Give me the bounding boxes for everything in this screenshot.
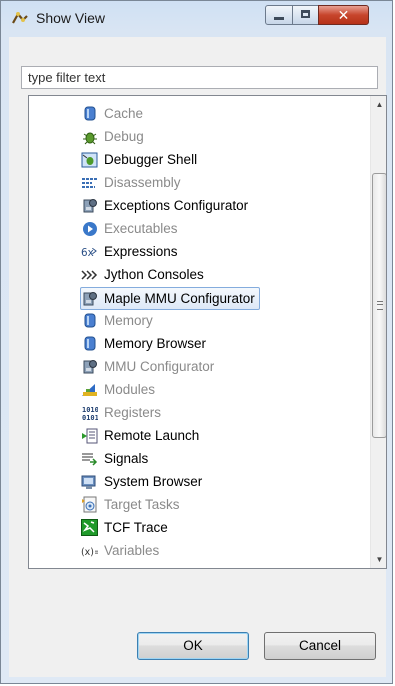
title-bar[interactable]: Show View ✕ (1, 1, 392, 37)
view-item-label: Maple MMU Configurator (104, 291, 255, 306)
view-item-label: Remote Launch (104, 428, 200, 443)
maximize-button[interactable] (292, 5, 319, 25)
view-item-executables[interactable]: Executables (81, 218, 178, 239)
filter-input[interactable]: type filter text (21, 66, 378, 89)
variables-icon: (x)= (81, 542, 98, 559)
view-item-label: TCF Trace (104, 520, 168, 535)
view-item-mmu-configurator[interactable]: MMU Configurator (81, 356, 214, 377)
debugger-shell-icon (81, 151, 98, 168)
view-item-label: Exceptions Configurator (104, 198, 249, 213)
view-item-registers[interactable]: 1010 0101 Registers (81, 402, 162, 423)
view-item-label: Debug (104, 129, 144, 144)
view-item-expressions[interactable]: 6x Expressions (81, 241, 178, 262)
view-item-label: Registers (104, 405, 162, 420)
view-item-remote-launch[interactable]: Remote Launch (81, 425, 199, 446)
view-item-debug[interactable]: Debug (81, 126, 144, 147)
ok-button[interactable]: OK (137, 632, 249, 660)
minimize-icon (274, 17, 284, 20)
signals-icon (81, 450, 98, 467)
play-circle-icon (81, 220, 98, 237)
memory-cylinder-icon (81, 105, 98, 122)
svg-text:1010: 1010 (82, 406, 98, 414)
view-item-label: Memory (104, 313, 153, 328)
target-tasks-icon (81, 496, 98, 513)
svg-text:0101: 0101 (82, 414, 98, 421)
disassembly-icon (81, 174, 98, 191)
view-item-tcf-trace[interactable]: TCF Trace (81, 517, 168, 538)
jython-chevrons-icon (81, 266, 98, 283)
view-item-signals[interactable]: Signals (81, 448, 148, 469)
view-item-label: System Browser (104, 474, 203, 489)
view-tree[interactable]: Cache Debug Debugger Shell Disassembly Excep… (28, 95, 387, 569)
modules-icon (81, 381, 98, 398)
view-item-variables[interactable]: (x)= Variables (81, 540, 159, 561)
configurator-icon (81, 197, 98, 214)
svg-text:(x)=: (x)= (81, 546, 98, 556)
window-title: Show View (36, 10, 106, 26)
bug-icon (81, 128, 98, 145)
view-item-system-browser[interactable]: System Browser (81, 471, 202, 492)
close-icon: ✕ (337, 7, 350, 23)
view-item-label: Variables (104, 543, 160, 558)
configurator-icon (81, 290, 98, 307)
view-item-disassembly[interactable]: Disassembly (81, 172, 181, 193)
view-item-target-tasks[interactable]: Target Tasks (81, 494, 180, 515)
view-item-memory[interactable]: Memory (81, 310, 153, 331)
expressions-icon: 6x (81, 243, 98, 260)
view-item-label: Jython Consoles (104, 267, 204, 282)
view-item-debugger-shell[interactable]: Debugger Shell (81, 149, 197, 170)
registers-binary-icon: 1010 0101 (81, 404, 98, 421)
svg-text:6x: 6x (81, 246, 94, 258)
memory-cylinder-icon (81, 312, 98, 329)
view-item-memory-browser[interactable]: Memory Browser (81, 333, 206, 354)
grip-icon (377, 301, 383, 310)
scroll-down-arrow-icon[interactable]: ▼ (371, 551, 386, 568)
vertical-scrollbar[interactable]: ▲ ▼ (370, 96, 386, 568)
view-item-modules[interactable]: Modules (81, 379, 155, 400)
view-item-label: Signals (104, 451, 149, 466)
minimize-button[interactable] (265, 5, 293, 25)
view-item-label: Target Tasks (104, 497, 180, 512)
scrollbar-thumb[interactable] (372, 173, 386, 438)
view-item-label: Expressions (104, 244, 178, 259)
close-button[interactable]: ✕ (318, 5, 369, 25)
view-item-label: Modules (104, 382, 156, 397)
cancel-button[interactable]: Cancel (264, 632, 376, 660)
view-item-label: Executables (104, 221, 178, 236)
view-item-cache[interactable]: Cache (81, 103, 143, 124)
view-item-label: Disassembly (104, 175, 181, 190)
maximize-icon (301, 10, 310, 18)
view-item-label: Debugger Shell (104, 152, 198, 167)
view-item-exceptions-configurator[interactable]: Exceptions Configurator (81, 195, 248, 216)
view-item-label: MMU Configurator (104, 359, 215, 374)
configurator-icon (81, 358, 98, 375)
scroll-up-arrow-icon[interactable]: ▲ (371, 96, 386, 113)
view-item-label: Cache (104, 106, 144, 121)
eclipse-app-icon (11, 11, 29, 27)
memory-cylinder-icon (81, 335, 98, 352)
tcf-trace-icon (81, 519, 98, 536)
system-browser-icon (81, 473, 98, 490)
view-item-label: Memory Browser (104, 336, 207, 351)
view-item-jython-consoles[interactable]: Jython Consoles (81, 264, 204, 285)
remote-launch-icon (81, 427, 98, 444)
view-item-maple-mmu-configurator[interactable]: Maple MMU Configurator (80, 287, 260, 310)
